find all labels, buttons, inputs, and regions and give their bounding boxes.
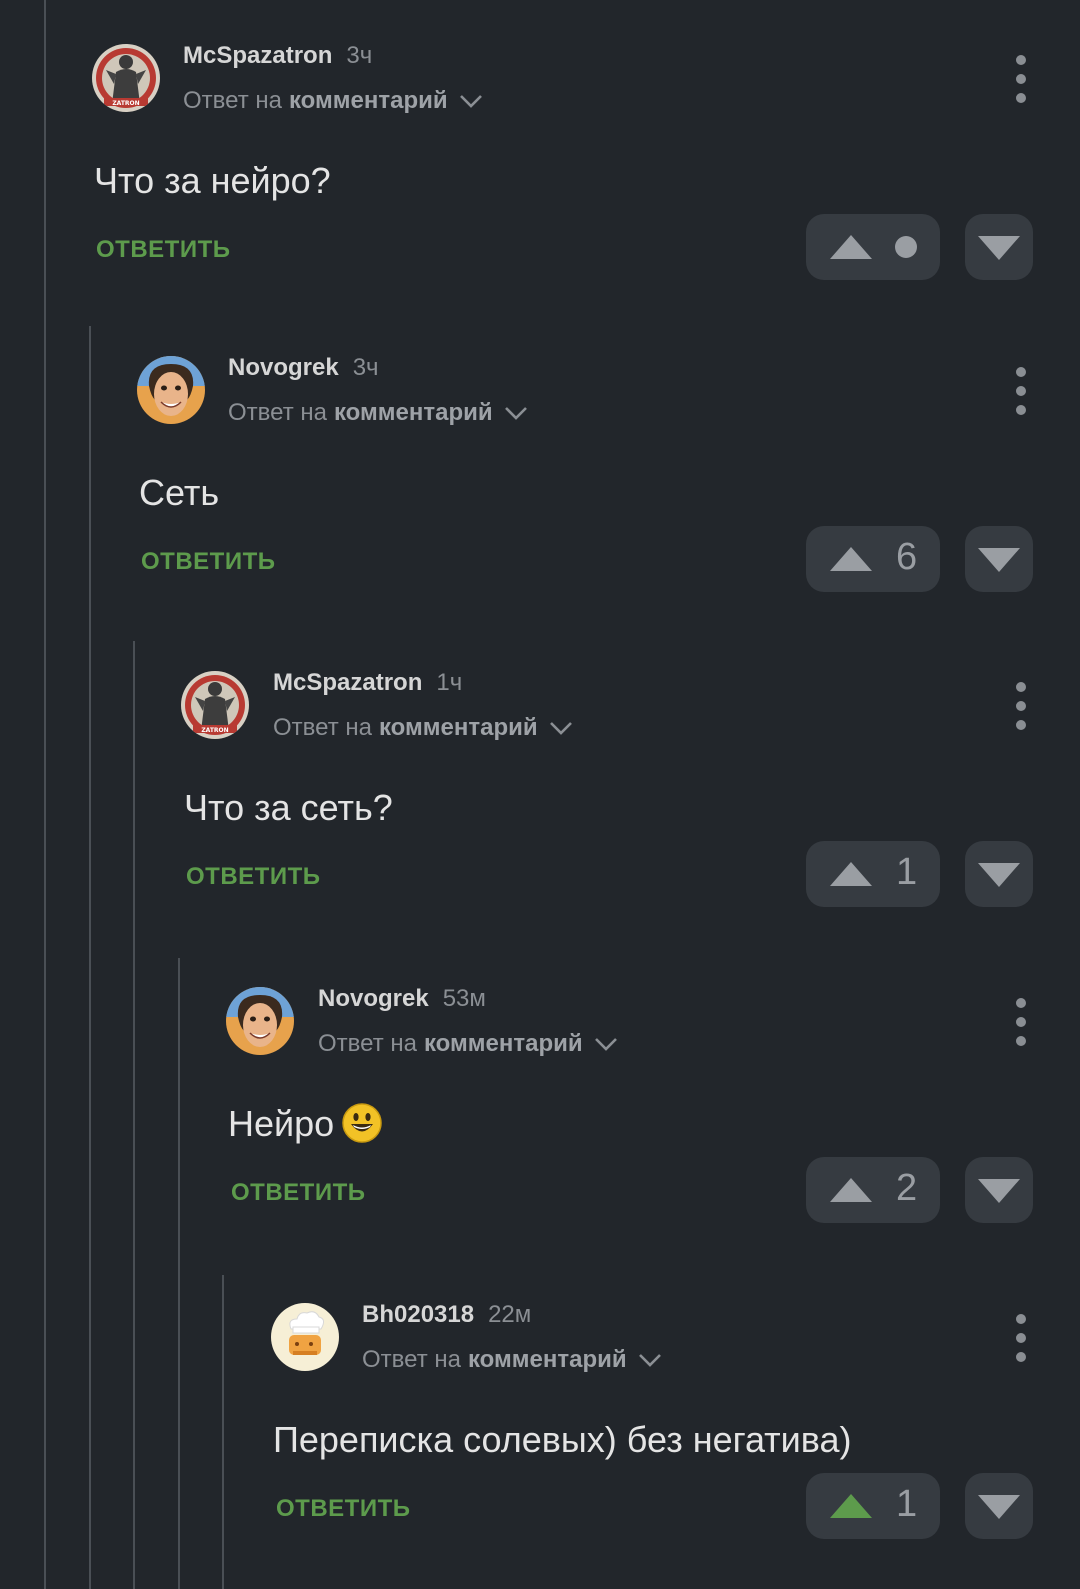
user-avatar[interactable] [137,356,205,424]
reply-to-link[interactable]: комментарий [424,1030,583,1058]
upvote-arrow-icon [830,1494,872,1518]
downvote-button[interactable] [965,1157,1033,1223]
username[interactable]: Novogrek [228,354,339,382]
more-options-icon[interactable] [1011,682,1031,730]
reply-button[interactable]: ОТВЕТИТЬ [186,863,321,891]
downvote-button[interactable] [965,214,1033,280]
chevron-down-icon[interactable] [548,719,574,737]
comment: ZATRON McSpazatron 3ч Ответ на комментар… [0,0,1080,312]
comment-text: Что за сеть? [184,787,393,828]
username[interactable]: Novogrek [318,985,429,1013]
downvote-button[interactable] [965,1473,1033,1539]
user-avatar[interactable] [226,987,294,1055]
upvote-arrow-icon [830,1178,872,1202]
upvote-button[interactable] [806,214,940,280]
poster-avatar-image: ZATRON [92,44,160,112]
rating-score: 1 [896,1483,918,1525]
reply-to[interactable]: Ответ на комментарий [228,399,529,427]
comment: Novogrek 3ч Ответ на комментарий Сеть ОТ… [0,312,1080,624]
reply-to[interactable]: Ответ на комментарий [318,1030,619,1058]
rating-score: 2 [896,1167,918,1209]
upvote-arrow-icon [830,862,872,886]
reply-button[interactable]: ОТВЕТИТЬ [276,1495,411,1523]
downvote-button[interactable] [965,841,1033,907]
username[interactable]: McSpazatron [273,669,422,697]
username[interactable]: Bh020318 [362,1301,474,1329]
reply-to-link[interactable]: комментарий [379,714,538,742]
reply-to-prefix: Ответ на [273,714,372,741]
rating-score: 1 [896,851,918,893]
timestamp: 1ч [436,669,463,696]
downvote-arrow-icon [978,548,1020,572]
upvote-arrow-icon [830,547,872,571]
reply-to-prefix: Ответ на [362,1346,461,1373]
smiley-emoji-icon [342,1103,382,1143]
reply-to[interactable]: Ответ на комментарий [362,1346,663,1374]
upvote-button-active[interactable]: 1 [806,1473,940,1539]
more-options-icon[interactable] [1011,367,1031,415]
comment-text-content: Нейро [228,1103,335,1144]
reply-to-prefix: Ответ на [228,399,327,426]
more-options-icon[interactable] [1011,1314,1031,1362]
downvote-arrow-icon [978,1495,1020,1519]
reply-to-link[interactable]: комментарий [468,1346,627,1374]
comment: Bh020318 22м Ответ на комментарий Перепи… [0,1259,1080,1571]
timestamp: 3ч [352,354,379,381]
comment-text: Сеть [139,472,220,513]
upvote-button[interactable]: 6 [806,526,940,592]
downvote-arrow-icon [978,236,1020,260]
chevron-down-icon[interactable] [503,404,529,422]
comment-text: Переписка солевых) без негатива) [273,1419,852,1460]
upvote-button[interactable]: 2 [806,1157,940,1223]
downvote-button[interactable] [965,526,1033,592]
username[interactable]: McSpazatron [183,42,332,70]
downvote-arrow-icon [978,1179,1020,1203]
timestamp: 3ч [346,42,373,69]
rating-score: 6 [896,536,918,578]
reply-to[interactable]: Ответ на комментарий [183,87,484,115]
reply-to-link[interactable]: комментарий [334,399,493,427]
rating-hidden-dot [895,236,917,258]
user-avatar[interactable] [271,1303,339,1371]
svg-text:ZATRON: ZATRON [201,727,228,734]
more-options-icon[interactable] [1011,998,1031,1046]
reply-to-prefix: Ответ на [183,87,282,114]
comment-meta: Novogrek 53м [318,985,486,1013]
reply-to[interactable]: Ответ на комментарий [273,714,574,742]
reply-to-prefix: Ответ на [318,1030,417,1057]
comment-meta: Bh020318 22м [362,1301,531,1329]
downvote-arrow-icon [978,863,1020,887]
reply-button[interactable]: ОТВЕТИТЬ [231,1179,366,1207]
comment-text: Что за нейро? [94,160,331,201]
comment: ZATRON McSpazatron 1ч Ответ на комментар… [0,627,1080,939]
upvote-arrow-icon [830,235,872,259]
comment: Novogrek 53м Ответ на комментарий Нейро … [0,943,1080,1255]
poster-avatar-image: ZATRON [181,671,249,739]
comment-thread: ZATRON McSpazatron 3ч Ответ на комментар… [0,0,1080,1589]
comment-meta: Novogrek 3ч [228,354,379,382]
chevron-down-icon[interactable] [637,1351,663,1369]
user-avatar[interactable]: ZATRON [92,44,160,112]
face-avatar-image [226,987,294,1055]
reply-to-link[interactable]: комментарий [289,87,448,115]
reply-button[interactable]: ОТВЕТИТЬ [96,236,231,264]
more-options-icon[interactable] [1011,55,1031,103]
timestamp: 22м [488,1301,532,1328]
chef-avatar-image [271,1303,339,1371]
user-avatar[interactable]: ZATRON [181,671,249,739]
face-avatar-image [137,356,205,424]
reply-button[interactable]: ОТВЕТИТЬ [141,548,276,576]
upvote-button[interactable]: 1 [806,841,940,907]
comment-text: Нейро [228,1103,382,1145]
comment-meta: McSpazatron 1ч [273,669,462,697]
timestamp: 53м [442,985,486,1012]
chevron-down-icon[interactable] [593,1035,619,1053]
chevron-down-icon[interactable] [458,92,484,110]
svg-text:ZATRON: ZATRON [112,100,139,107]
comment-meta: McSpazatron 3ч [183,42,372,70]
